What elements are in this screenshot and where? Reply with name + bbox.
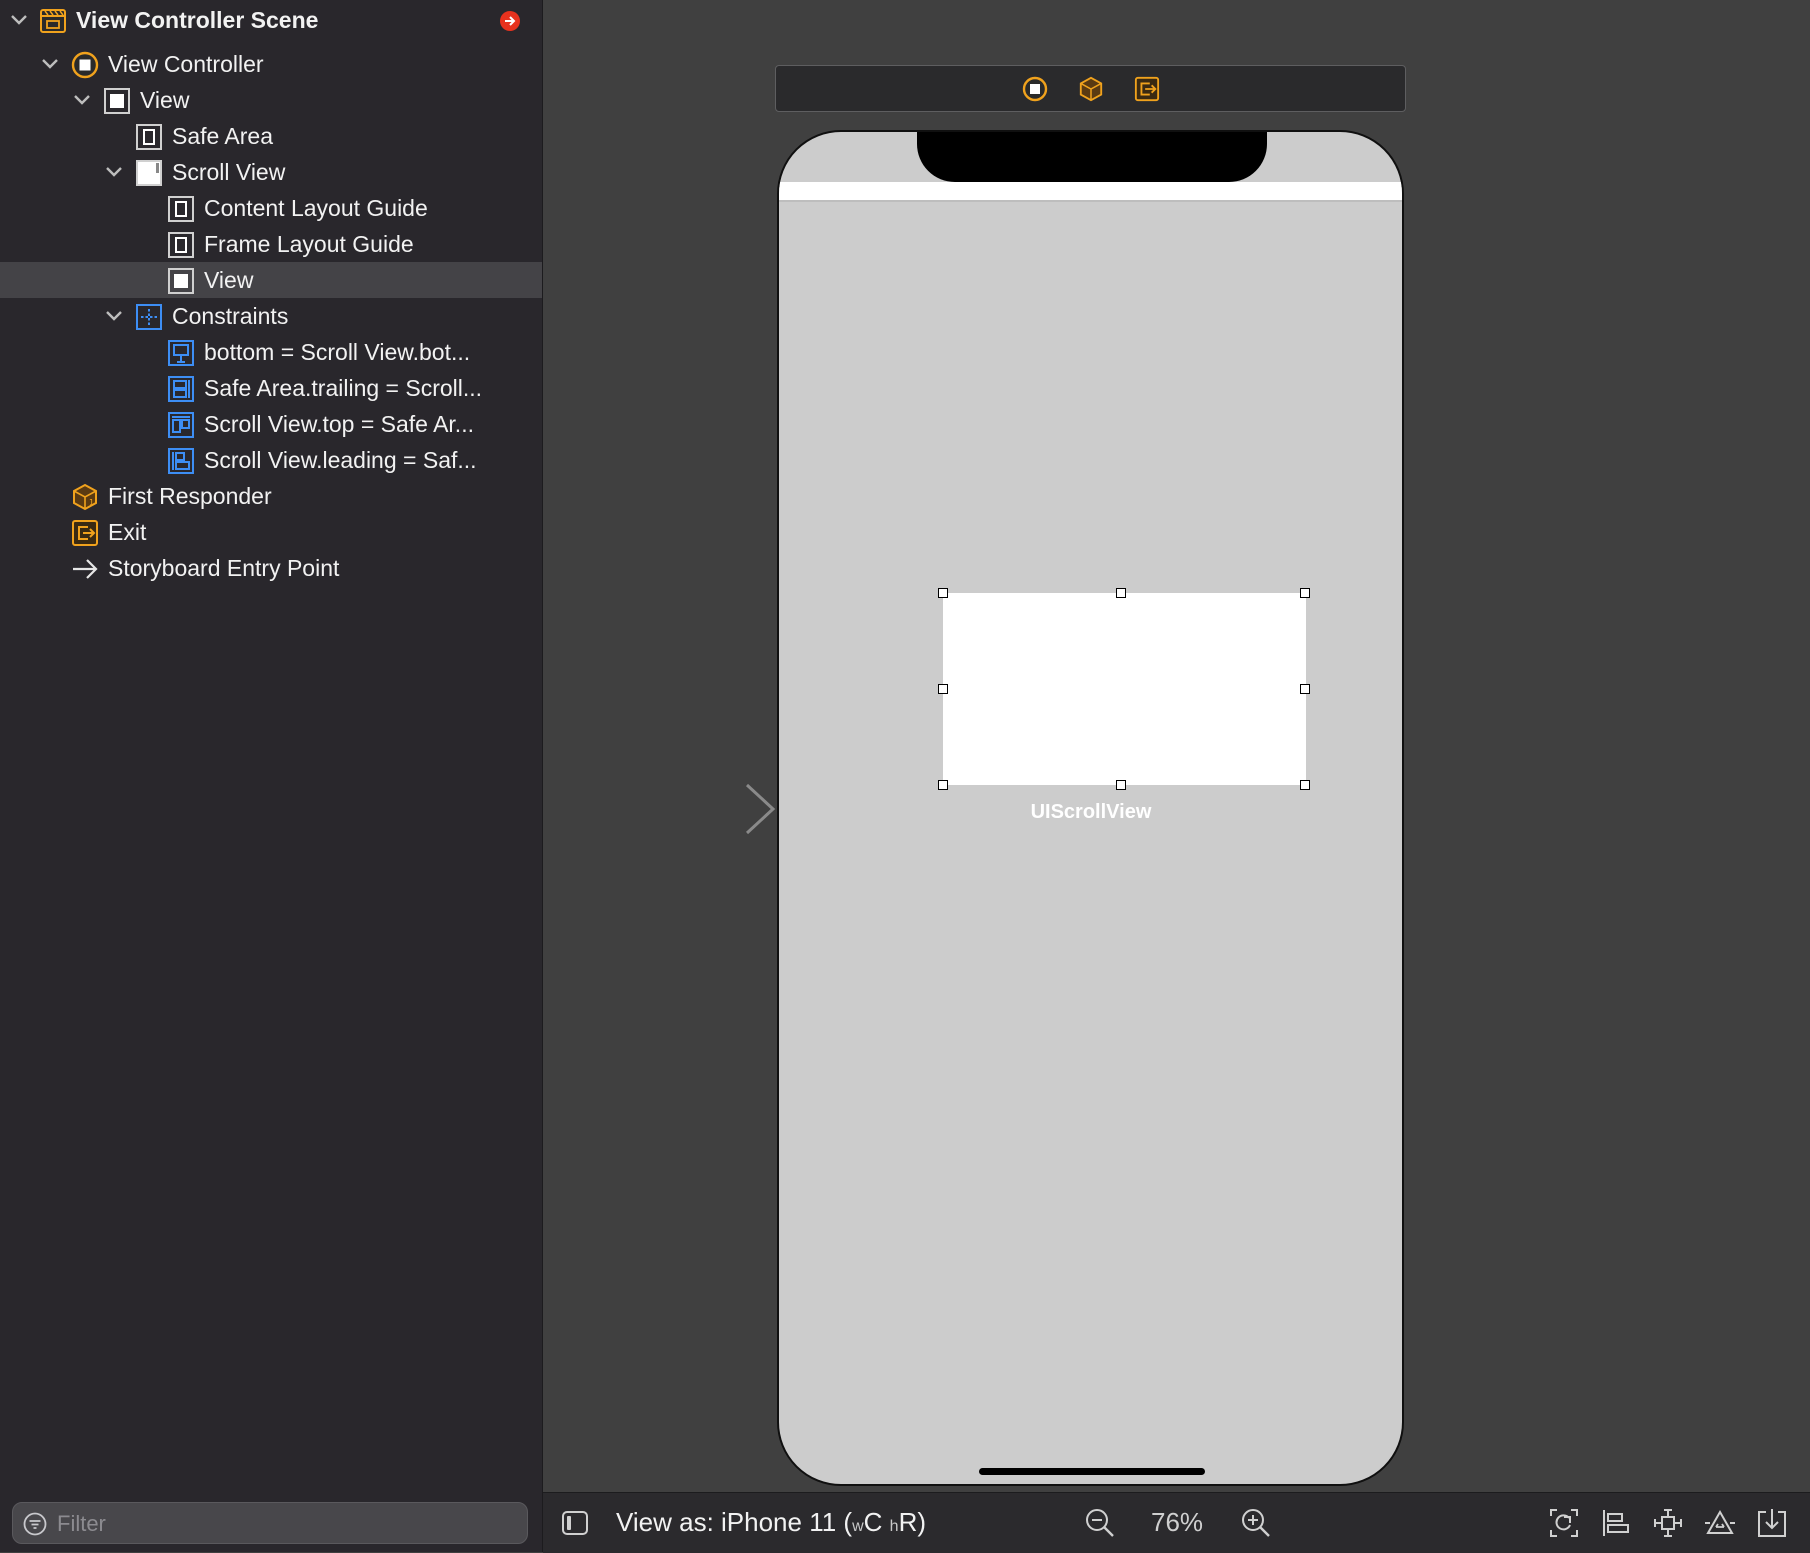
scroll-view-selected[interactable] (943, 593, 1306, 785)
svg-text:1: 1 (89, 498, 94, 507)
filter-icon (23, 1512, 47, 1536)
outline-row-scroll-view[interactable]: Scroll View (0, 154, 542, 190)
error-badge-icon[interactable] (500, 11, 520, 31)
resize-handle-top[interactable] (1116, 588, 1126, 598)
outline-row-label: View Controller Scene (76, 7, 319, 33)
outline-row-constraint-leading[interactable]: Scroll View.leading = Saf... (0, 442, 542, 478)
height-size-class: R (898, 1507, 918, 1537)
height-size-class-prefix: h (889, 1518, 899, 1535)
constraint-trailing-icon (167, 375, 195, 403)
resize-handle-top-right[interactable] (1300, 588, 1310, 598)
chevron-down-icon[interactable] (8, 9, 30, 31)
outline-row-label: Frame Layout Guide (204, 231, 414, 257)
align-icon[interactable] (1600, 1507, 1632, 1539)
resolve-autolayout-issues-icon[interactable] (1704, 1507, 1736, 1539)
outline-filter-field[interactable] (12, 1502, 528, 1544)
outline-row-constraint-bottom[interactable]: bottom = Scroll View.bot... (0, 334, 542, 370)
scroll-view-icon (135, 159, 163, 187)
zoom-in-icon[interactable] (1240, 1507, 1272, 1539)
exit-icon (71, 519, 99, 547)
constraint-bottom-icon (167, 339, 195, 367)
filter-input[interactable] (55, 1507, 519, 1541)
outline-row-label: View Controller (108, 51, 264, 77)
canvas-bottom-bar: View as: iPhone 11 (wC hR) 76% (543, 1492, 1810, 1553)
scroll-view-class-label: UIScrollView (1030, 801, 1152, 823)
outline-row-constraint-trailing[interactable]: Safe Area.trailing = Scroll... (0, 370, 542, 406)
scene-dock (775, 65, 1406, 112)
outline-row-label: Content Layout Guide (204, 195, 428, 221)
view-as-prefix: View as: iPhone 11 ( (616, 1507, 853, 1537)
chevron-down-icon[interactable] (71, 89, 93, 111)
add-constraints-icon[interactable] (1652, 1507, 1684, 1539)
exit-icon[interactable] (1134, 76, 1160, 102)
outline-row-exit[interactable]: Exit (0, 514, 542, 550)
home-indicator (979, 1468, 1205, 1475)
outline-row-view-controller[interactable]: View Controller (0, 46, 542, 82)
constraints-icon (135, 303, 163, 331)
outline-row-label: Scroll View (172, 159, 286, 185)
resize-handle-bottom-right[interactable] (1300, 780, 1310, 790)
view-controller-icon (71, 51, 99, 79)
constraint-leading-icon (167, 447, 195, 475)
outline-row-label: First Responder (108, 483, 272, 509)
view-as-suffix: ) (917, 1507, 927, 1537)
outline-row-frame-layout-guide[interactable]: Frame Layout Guide (0, 226, 542, 262)
outline-row-constraint-top[interactable]: Scroll View.top = Safe Ar... (0, 406, 542, 442)
resize-handle-left[interactable] (938, 684, 948, 694)
scene-icon (39, 7, 67, 35)
view-icon (167, 267, 195, 295)
sidebar-toggle-icon[interactable] (561, 1509, 589, 1537)
update-frames-icon[interactable] (1548, 1507, 1580, 1539)
outline-row-label: Scroll View.top = Safe Ar... (204, 411, 474, 437)
status-bar-area (779, 182, 1402, 202)
document-outline: View Controller Scene View Controller Vi… (0, 0, 543, 1552)
outline-row-view-controller-scene[interactable]: View Controller Scene (0, 2, 542, 38)
width-size-class: C (863, 1507, 883, 1537)
outline-row-label: Constraints (172, 303, 289, 329)
outline-row-view[interactable]: View (0, 82, 542, 118)
outline-row-content-view[interactable]: View (0, 262, 542, 298)
layout-guide-icon (135, 123, 163, 151)
outline-row-label: Safe Area (172, 123, 274, 149)
view-controller-icon[interactable] (1022, 76, 1048, 102)
outline-row-label: View (140, 87, 190, 113)
chevron-down-icon[interactable] (103, 305, 125, 327)
entry-arrow-icon (71, 555, 99, 583)
resize-handle-right[interactable] (1300, 684, 1310, 694)
zoom-level[interactable]: 76% (1151, 1507, 1203, 1538)
outline-row-safe-area[interactable]: Safe Area (0, 118, 542, 154)
outline-row-label: Scroll View.leading = Saf... (204, 447, 477, 473)
outline-row-label: Exit (108, 519, 147, 545)
view-as-device-button[interactable]: View as: iPhone 11 (wC hR) (616, 1507, 926, 1538)
constraint-top-icon (167, 411, 195, 439)
view-icon (103, 87, 131, 115)
zoom-out-icon[interactable] (1084, 1507, 1116, 1539)
layout-guide-icon (167, 195, 195, 223)
outline-row-first-responder[interactable]: 1 First Responder (0, 478, 542, 514)
resize-handle-top-left[interactable] (938, 588, 948, 598)
outline-row-label: Safe Area.trailing = Scroll... (204, 375, 483, 401)
resize-handle-bottom[interactable] (1116, 780, 1126, 790)
outline-row-label: bottom = Scroll View.bot... (204, 339, 471, 365)
outline-row-storyboard-entry-point[interactable]: Storyboard Entry Point (0, 550, 542, 586)
resize-handle-bottom-left[interactable] (938, 780, 948, 790)
outline-row-content-layout-guide[interactable]: Content Layout Guide (0, 190, 542, 226)
first-responder-icon[interactable] (1078, 76, 1104, 102)
embed-in-icon[interactable] (1756, 1507, 1788, 1539)
outline-row-label: Storyboard Entry Point (108, 555, 340, 581)
width-size-class-prefix: w (852, 1518, 864, 1535)
chevron-down-icon[interactable] (39, 53, 61, 75)
chevron-down-icon[interactable] (103, 161, 125, 183)
storyboard-entry-arrow-icon[interactable] (622, 780, 777, 836)
outline-row-constraints[interactable]: Constraints (0, 298, 542, 334)
device-notch (917, 132, 1267, 182)
layout-guide-icon (167, 231, 195, 259)
first-responder-icon: 1 (71, 483, 99, 511)
outline-row-label: View (204, 267, 254, 293)
